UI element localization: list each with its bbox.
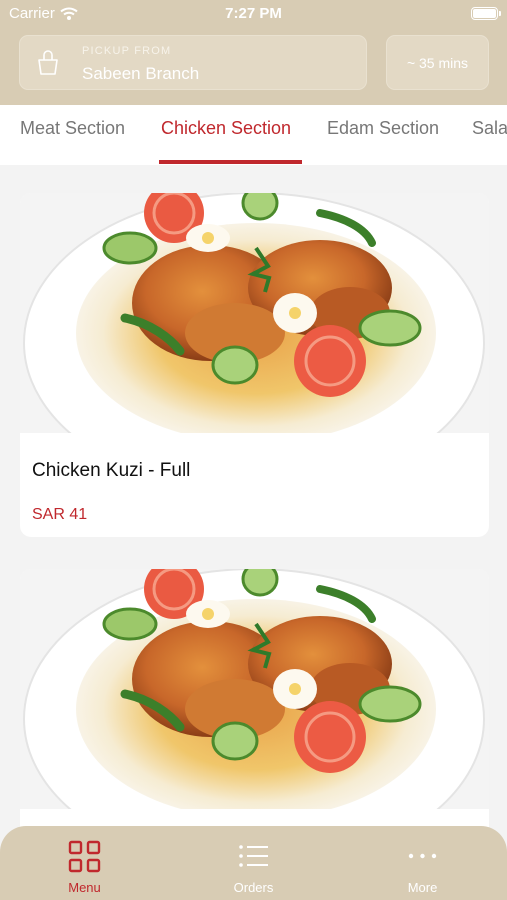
tab-chicken-section[interactable]: Chicken Section [161,118,291,139]
product-image [20,569,489,809]
battery-icon [471,7,501,20]
category-tabs: Meat Section Chicken Section Edam Sectio… [0,105,507,165]
tabbar-menu-label: Menu [68,880,101,895]
eta-button[interactable]: ~ 35 mins [386,35,489,90]
more-dots-icon [408,853,437,859]
product-card[interactable]: Chicken Kuzi - Full SAR 41 [20,193,489,537]
tab-salad-section[interactable]: Sala [472,118,507,139]
branch-name: Sabeen Branch [82,64,200,83]
product-image [20,193,489,433]
active-tab-indicator [159,160,302,164]
status-time: 7:27 PM [225,5,282,22]
pickup-label: PICKUP FROM [82,45,172,57]
tabbar-more[interactable]: More [338,826,507,900]
status-bar: Carrier 7:27 PM [0,0,507,28]
tab-meat-section[interactable]: Meat Section [20,118,125,139]
grid-icon [68,840,101,873]
product-price: SAR 41 [32,506,88,523]
shopping-bag-icon [38,50,58,75]
tab-edam-section[interactable]: Edam Section [327,118,439,139]
bottom-tab-bar: Menu Orders More [0,826,507,900]
header: Carrier 7:27 PM PICKUP FROM Sabeen Branc… [0,0,507,105]
tabbar-more-label: More [407,880,438,895]
list-icon [239,845,268,867]
pickup-selector[interactable]: PICKUP FROM Sabeen Branch [19,35,367,90]
tabbar-orders[interactable]: Orders [169,826,338,900]
product-name: Chicken Kuzi - Full [32,460,191,481]
tabbar-orders-label: Orders [233,880,274,895]
tabbar-menu[interactable]: Menu [0,826,169,900]
